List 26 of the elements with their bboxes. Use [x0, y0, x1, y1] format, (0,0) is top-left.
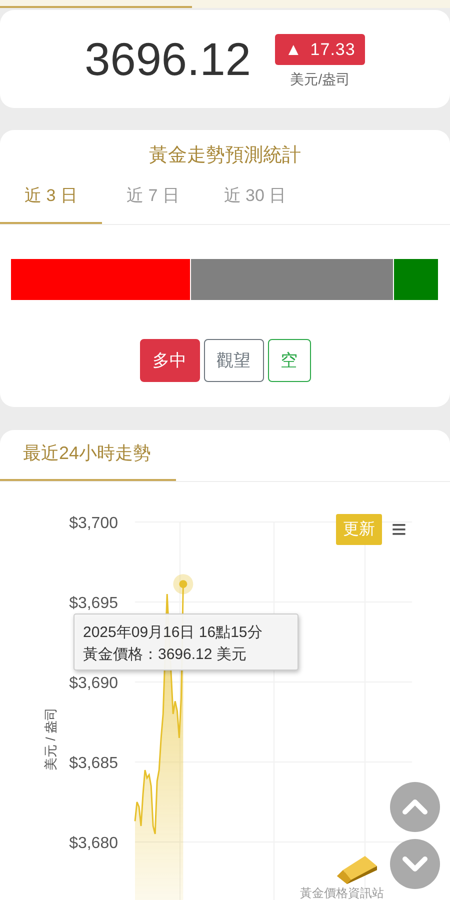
menu-button[interactable]: ≡ [387, 516, 411, 542]
axis-tick-label: $3,690 [69, 675, 118, 692]
price-value: 3696.12 [84, 36, 251, 82]
forecast-button[interactable]: 多中 [140, 339, 200, 382]
period-tab[interactable]: 近 7 日 [102, 174, 204, 224]
chevron-down-icon [402, 856, 428, 872]
price-unit: 美元/盎司 [290, 70, 350, 90]
forecast-button[interactable]: 空 [268, 339, 310, 382]
up-arrow-icon: ▲ [284, 36, 302, 62]
axis-tick-label: $3,700 [69, 515, 118, 532]
chart-credit: 黃金價格資訊站 [300, 886, 384, 900]
section-title: 黃金走勢預測統計 [148, 144, 302, 168]
axis-tick-label: $3,695 [69, 595, 118, 612]
chevron-up-icon [402, 799, 428, 815]
axis-tick-label: $3,685 [69, 755, 118, 772]
refresh-button[interactable]: 更新 [336, 514, 382, 545]
tooltip-text: 黃金價格：3696.12 美元 [83, 646, 246, 663]
period-tab[interactable]: 近 3 日 [0, 174, 102, 224]
tooltip-text: 2025年09月16日 16點15分 [83, 624, 262, 641]
axis-tick-label: $3,680 [69, 835, 118, 852]
section-title: 最近24小時走勢 [0, 430, 176, 481]
axis-title: 美元 / 盎司 [43, 708, 58, 770]
forecast-button[interactable]: 觀望 [204, 339, 264, 382]
data-point-marker [173, 574, 194, 594]
period-tab[interactable]: 近 30 日 [204, 174, 306, 224]
change-value: 17.33 [310, 38, 356, 61]
